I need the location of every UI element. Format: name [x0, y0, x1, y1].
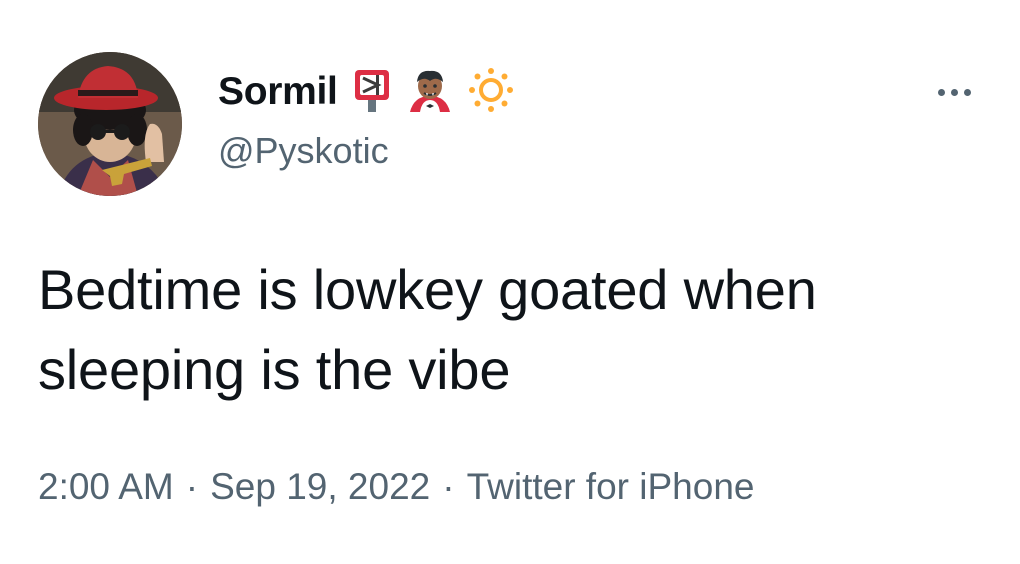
- tweet-source[interactable]: Twitter for iPhone: [467, 466, 755, 507]
- sun-icon: [468, 67, 514, 118]
- author-name-row: Sormil: [218, 66, 514, 118]
- separator: ·: [442, 466, 455, 507]
- author-display-name[interactable]: Sormil: [218, 70, 338, 114]
- avatar-image: [38, 52, 182, 196]
- tweet-time[interactable]: 2:00 AM: [38, 466, 174, 507]
- tweet-text: Bedtime is lowkey goated when sleeping i…: [38, 258, 817, 401]
- tweet-metadata: 2:00 AM · Sep 19, 2022 · Twitter for iPhone: [38, 466, 754, 508]
- author-handle[interactable]: @Pyskotic: [218, 130, 389, 172]
- more-options-icon: [937, 88, 945, 96]
- tweet-date[interactable]: Sep 19, 2022: [210, 466, 430, 507]
- avatar[interactable]: [38, 52, 182, 196]
- vampire-icon: [406, 66, 454, 119]
- postbox-icon: [352, 66, 392, 119]
- more-options-icon: [963, 88, 971, 96]
- separator: ·: [185, 466, 199, 507]
- more-options-button[interactable]: [924, 72, 984, 112]
- more-options-icon: [950, 88, 958, 96]
- tweet-card: Sormil @Pyskotic Bedtime is lowkey goate…: [0, 0, 1020, 564]
